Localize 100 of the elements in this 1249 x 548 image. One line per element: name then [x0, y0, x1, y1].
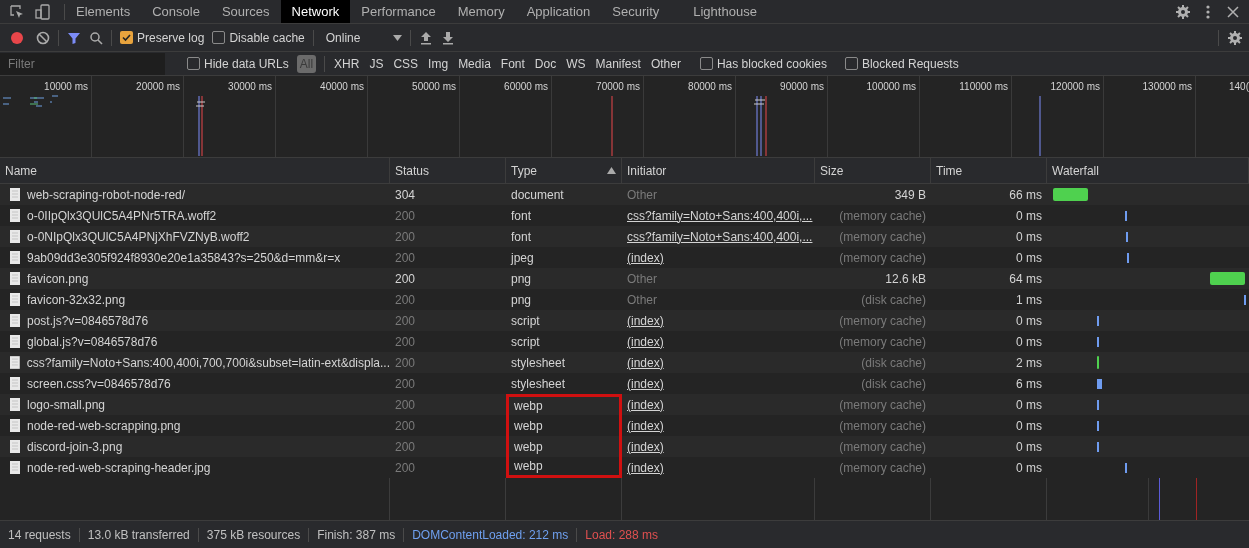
caret-icon[interactable] [392, 34, 402, 41]
throttling-dropdown[interactable]: Online [321, 28, 402, 47]
type-filter[interactable]: JS [368, 54, 385, 73]
request-name[interactable]: favicon.png [27, 269, 89, 288]
checkbox[interactable] [187, 57, 200, 70]
status-code: 200 [395, 313, 416, 328]
file-icon [10, 440, 20, 453]
record-icon[interactable] [10, 30, 24, 45]
device-icon[interactable] [34, 2, 52, 21]
status-code: 200 [395, 439, 416, 454]
initiator-link[interactable]: (index) [627, 439, 664, 454]
checkbox[interactable] [212, 31, 226, 44]
size-value: (disk cache) [861, 355, 926, 370]
request-name[interactable]: logo-small.png [27, 395, 106, 414]
request-name[interactable]: web-scraping-robot-node-red/ [27, 185, 186, 204]
request-name[interactable]: node-red-web-scraping-header.jpg [27, 458, 211, 477]
status-code: 200 [395, 271, 416, 286]
clear-icon[interactable] [36, 30, 50, 45]
file-icon [10, 356, 20, 369]
status-code: 200 [395, 418, 416, 433]
file-icon [10, 230, 20, 243]
more-icon[interactable] [1205, 3, 1211, 20]
type-filter[interactable]: Manifest [594, 54, 642, 73]
close-icon[interactable] [1227, 5, 1239, 18]
column-header[interactable]: Initiator [622, 158, 815, 183]
search-icon[interactable] [89, 30, 103, 45]
type-filter[interactable]: Other [649, 54, 682, 73]
tick-label: 100000 ms [866, 80, 916, 94]
resource-type: stylesheet [510, 375, 567, 393]
column-header[interactable]: Time [931, 158, 1047, 183]
type-filter[interactable]: WS [565, 54, 587, 73]
panel-tab[interactable]: Console [141, 0, 211, 23]
upload-icon[interactable] [418, 30, 433, 45]
tick-label: 130000 ms [1142, 80, 1192, 94]
checkbox[interactable] [844, 57, 858, 70]
file-icon [10, 419, 20, 432]
tick-label: 110000 ms [959, 80, 1008, 94]
request-name[interactable]: discord-join-3.png [27, 437, 123, 456]
settings-icon[interactable] [1175, 3, 1191, 20]
column-header[interactable]: Status [390, 158, 506, 183]
sort-up-icon[interactable] [607, 167, 616, 174]
filter-icon[interactable] [67, 30, 81, 45]
file-icon [10, 209, 20, 222]
initiator-link[interactable]: (index) [627, 355, 664, 370]
request-name[interactable]: global.js?v=0846578d76 [27, 332, 158, 351]
time-value: 0 ms [1016, 208, 1042, 223]
panel-tab[interactable]: Network [280, 0, 351, 23]
status-code: 200 [395, 334, 416, 349]
panel-tab[interactable]: Elements [65, 0, 142, 23]
column-header[interactable]: Waterfall [1047, 158, 1249, 183]
type-filter[interactable]: Media [457, 54, 492, 73]
request-name[interactable]: favicon-32x32.png [27, 290, 126, 309]
time-value: 66 ms [1009, 187, 1042, 202]
file-icon [10, 251, 20, 264]
initiator-link[interactable]: css?family=Noto+Sans:400,400i,... [627, 229, 813, 244]
filter-field[interactable]: Filter [0, 52, 165, 75]
type-filter[interactable]: Font [499, 54, 526, 73]
status-text: Load: 288 ms [585, 526, 658, 544]
initiator-link[interactable]: (index) [627, 397, 664, 412]
tick-label: 30000 ms [228, 80, 272, 94]
checkbox[interactable] [699, 57, 713, 70]
request-name[interactable]: screen.css?v=0846578d76 [27, 374, 171, 393]
file-icon [10, 188, 20, 201]
column-header[interactable]: Type [506, 158, 622, 183]
type-filter[interactable]: Doc [533, 54, 558, 73]
request-name[interactable]: css?family=Noto+Sans:400,400i,700,700i&subset=latin-ext&displa... [26, 353, 390, 372]
panel-tab[interactable]: Application [515, 0, 602, 23]
request-name[interactable]: o-0NIpQlx3QUlC5A4PNjXhFVZNyB.woff2 [27, 227, 250, 246]
request-name[interactable]: post.js?v=0846578d76 [27, 311, 149, 330]
request-name[interactable]: o-0IIpQlx3QUlC5A4PNr5TRA.woff2 [27, 206, 217, 225]
column-header[interactable]: Size [815, 158, 931, 183]
initiator-link[interactable]: css?family=Noto+Sans:400,400i,... [627, 208, 813, 223]
time-value: 0 ms [1016, 460, 1042, 475]
tick-label: 70000 ms [596, 80, 640, 94]
checkbox[interactable] [120, 31, 133, 44]
column-header[interactable]: Name [0, 158, 390, 183]
initiator-link[interactable]: (index) [627, 313, 664, 328]
type-filter[interactable]: XHR [333, 54, 361, 73]
initiator-link[interactable]: (index) [627, 334, 664, 349]
tick-label: 120000 ms [1050, 80, 1100, 94]
status-text: 375 kB resources [206, 526, 301, 544]
panel-tab[interactable]: Lighthouse [682, 0, 768, 23]
settings-icon[interactable] [1227, 29, 1243, 46]
download-icon[interactable] [440, 30, 455, 45]
resource-type: webp [506, 457, 622, 478]
panel-tab[interactable]: Security [601, 0, 671, 23]
size-value: 349 B [894, 187, 926, 202]
time-value: 0 ms [1016, 229, 1042, 244]
panel-tab[interactable]: Memory [446, 0, 516, 23]
tick-label: 40000 ms [320, 80, 364, 94]
request-name[interactable]: 9ab09dd3e305f924f8930e20e1a35843?s=250&d=mm&r=x [27, 248, 341, 267]
initiator-link[interactable]: (index) [627, 418, 664, 433]
panel-tab[interactable]: Sources [210, 0, 281, 23]
type-filter[interactable]: CSS [392, 54, 420, 73]
initiator-link[interactable]: (index) [627, 250, 664, 265]
initiator-link[interactable]: (index) [627, 376, 664, 391]
request-name[interactable]: node-red-web-scrapping.png [27, 416, 181, 435]
initiator-link[interactable]: (index) [627, 460, 664, 475]
type-filter[interactable]: Img [427, 54, 450, 73]
panel-tab[interactable]: Performance [350, 0, 447, 23]
